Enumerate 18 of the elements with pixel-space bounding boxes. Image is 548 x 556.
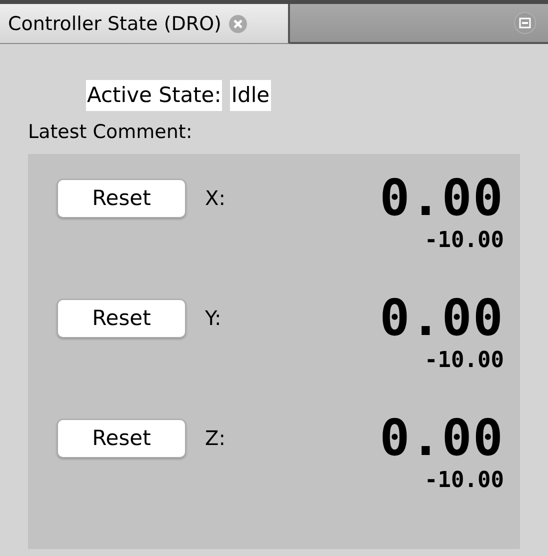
secondary-readout: -10.00 xyxy=(424,468,504,493)
axis-label: Y: xyxy=(205,306,222,330)
close-icon[interactable] xyxy=(229,14,248,32)
secondary-readout: -10.00 xyxy=(424,348,504,373)
reset-button[interactable]: Reset xyxy=(57,418,186,458)
panel-tab[interactable]: Controller State (DRO) xyxy=(0,4,290,44)
position-readout: 0.00 xyxy=(380,169,504,227)
maximize-icon[interactable] xyxy=(514,12,536,34)
position-readout: 0.00 xyxy=(380,409,504,467)
active-state-value: Idle xyxy=(230,80,271,111)
axis-label: Z: xyxy=(205,426,226,450)
active-state-label: Active State: xyxy=(86,80,222,111)
axis-label: X: xyxy=(205,186,226,210)
reset-button[interactable]: Reset xyxy=(57,298,186,338)
reset-button[interactable]: Reset xyxy=(57,178,186,218)
position-readout: 0.00 xyxy=(380,289,504,347)
secondary-readout: -10.00 xyxy=(424,228,504,253)
latest-comment-label: Latest Comment: xyxy=(28,120,194,145)
